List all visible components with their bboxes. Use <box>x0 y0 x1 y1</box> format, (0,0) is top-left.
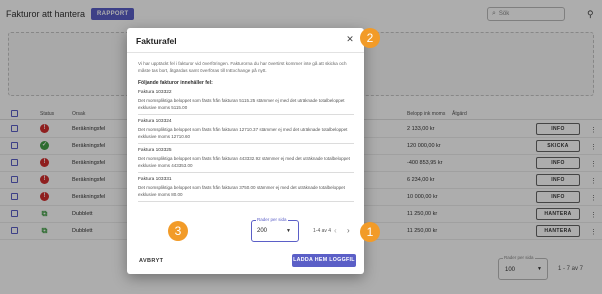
chevron-right-icon[interactable]: › <box>347 226 350 235</box>
callout-badge-cancel: 3 <box>168 221 188 241</box>
dialog-rows-per-page-select[interactable]: Rader per sida 200 ▼ <box>251 217 299 242</box>
dialog-intro-text: Vi har upptäckt fel i fakturor vid överf… <box>138 61 347 73</box>
cancel-button[interactable]: AVBRYT <box>139 258 163 264</box>
dialog-pagination-range: 1-4 av 4 <box>313 228 332 234</box>
error-list-item: Faktura 103324 Det momspliktiga beloppet … <box>138 118 354 144</box>
close-icon[interactable]: ✕ <box>345 34 355 44</box>
error-message: Det momspliktiga beloppet som fästs från… <box>138 156 350 168</box>
error-invoice-number: Faktura 103331 <box>138 177 172 182</box>
error-message: Det momspliktiga beloppet som fästs från… <box>138 185 345 197</box>
error-invoice-number: Faktura 103324 <box>138 119 172 124</box>
error-list-item: Faktura 103322 Det momspliktiga beloppet … <box>138 89 354 115</box>
divider <box>127 52 364 53</box>
rows-per-page-label: Rader per sida <box>256 217 288 222</box>
error-list: Följande fakturor innehåller fel: Faktur… <box>138 80 354 226</box>
error-invoice-number: Faktura 103325 <box>138 148 172 153</box>
invoice-error-dialog: Fakturafel ✕ Vi har upptäckt fel i faktu… <box>127 28 364 274</box>
error-invoice-number: Faktura 103322 <box>138 90 172 95</box>
error-list-item: Faktura 103325 Det momspliktiga beloppet … <box>138 147 354 173</box>
callout-badge-close: 2 <box>360 28 380 48</box>
rows-per-page-value: 200 <box>257 228 268 234</box>
callout-badge-download: 1 <box>360 222 380 242</box>
chevron-down-icon: ▼ <box>286 228 291 234</box>
error-list-heading: Följande fakturor innehåller fel: <box>138 80 213 86</box>
dialog-title: Fakturafel <box>136 36 177 46</box>
error-list-item: Faktura 103331 Det momspliktiga beloppet … <box>138 176 354 202</box>
error-message: Det momspliktiga beloppet som fästs från… <box>138 98 345 110</box>
error-message: Det momspliktiga beloppet som fästs från… <box>138 127 348 139</box>
download-log-button[interactable]: LADDA HEM LOGGFIL <box>292 254 356 267</box>
chevron-left-icon[interactable]: ‹ <box>334 226 337 235</box>
